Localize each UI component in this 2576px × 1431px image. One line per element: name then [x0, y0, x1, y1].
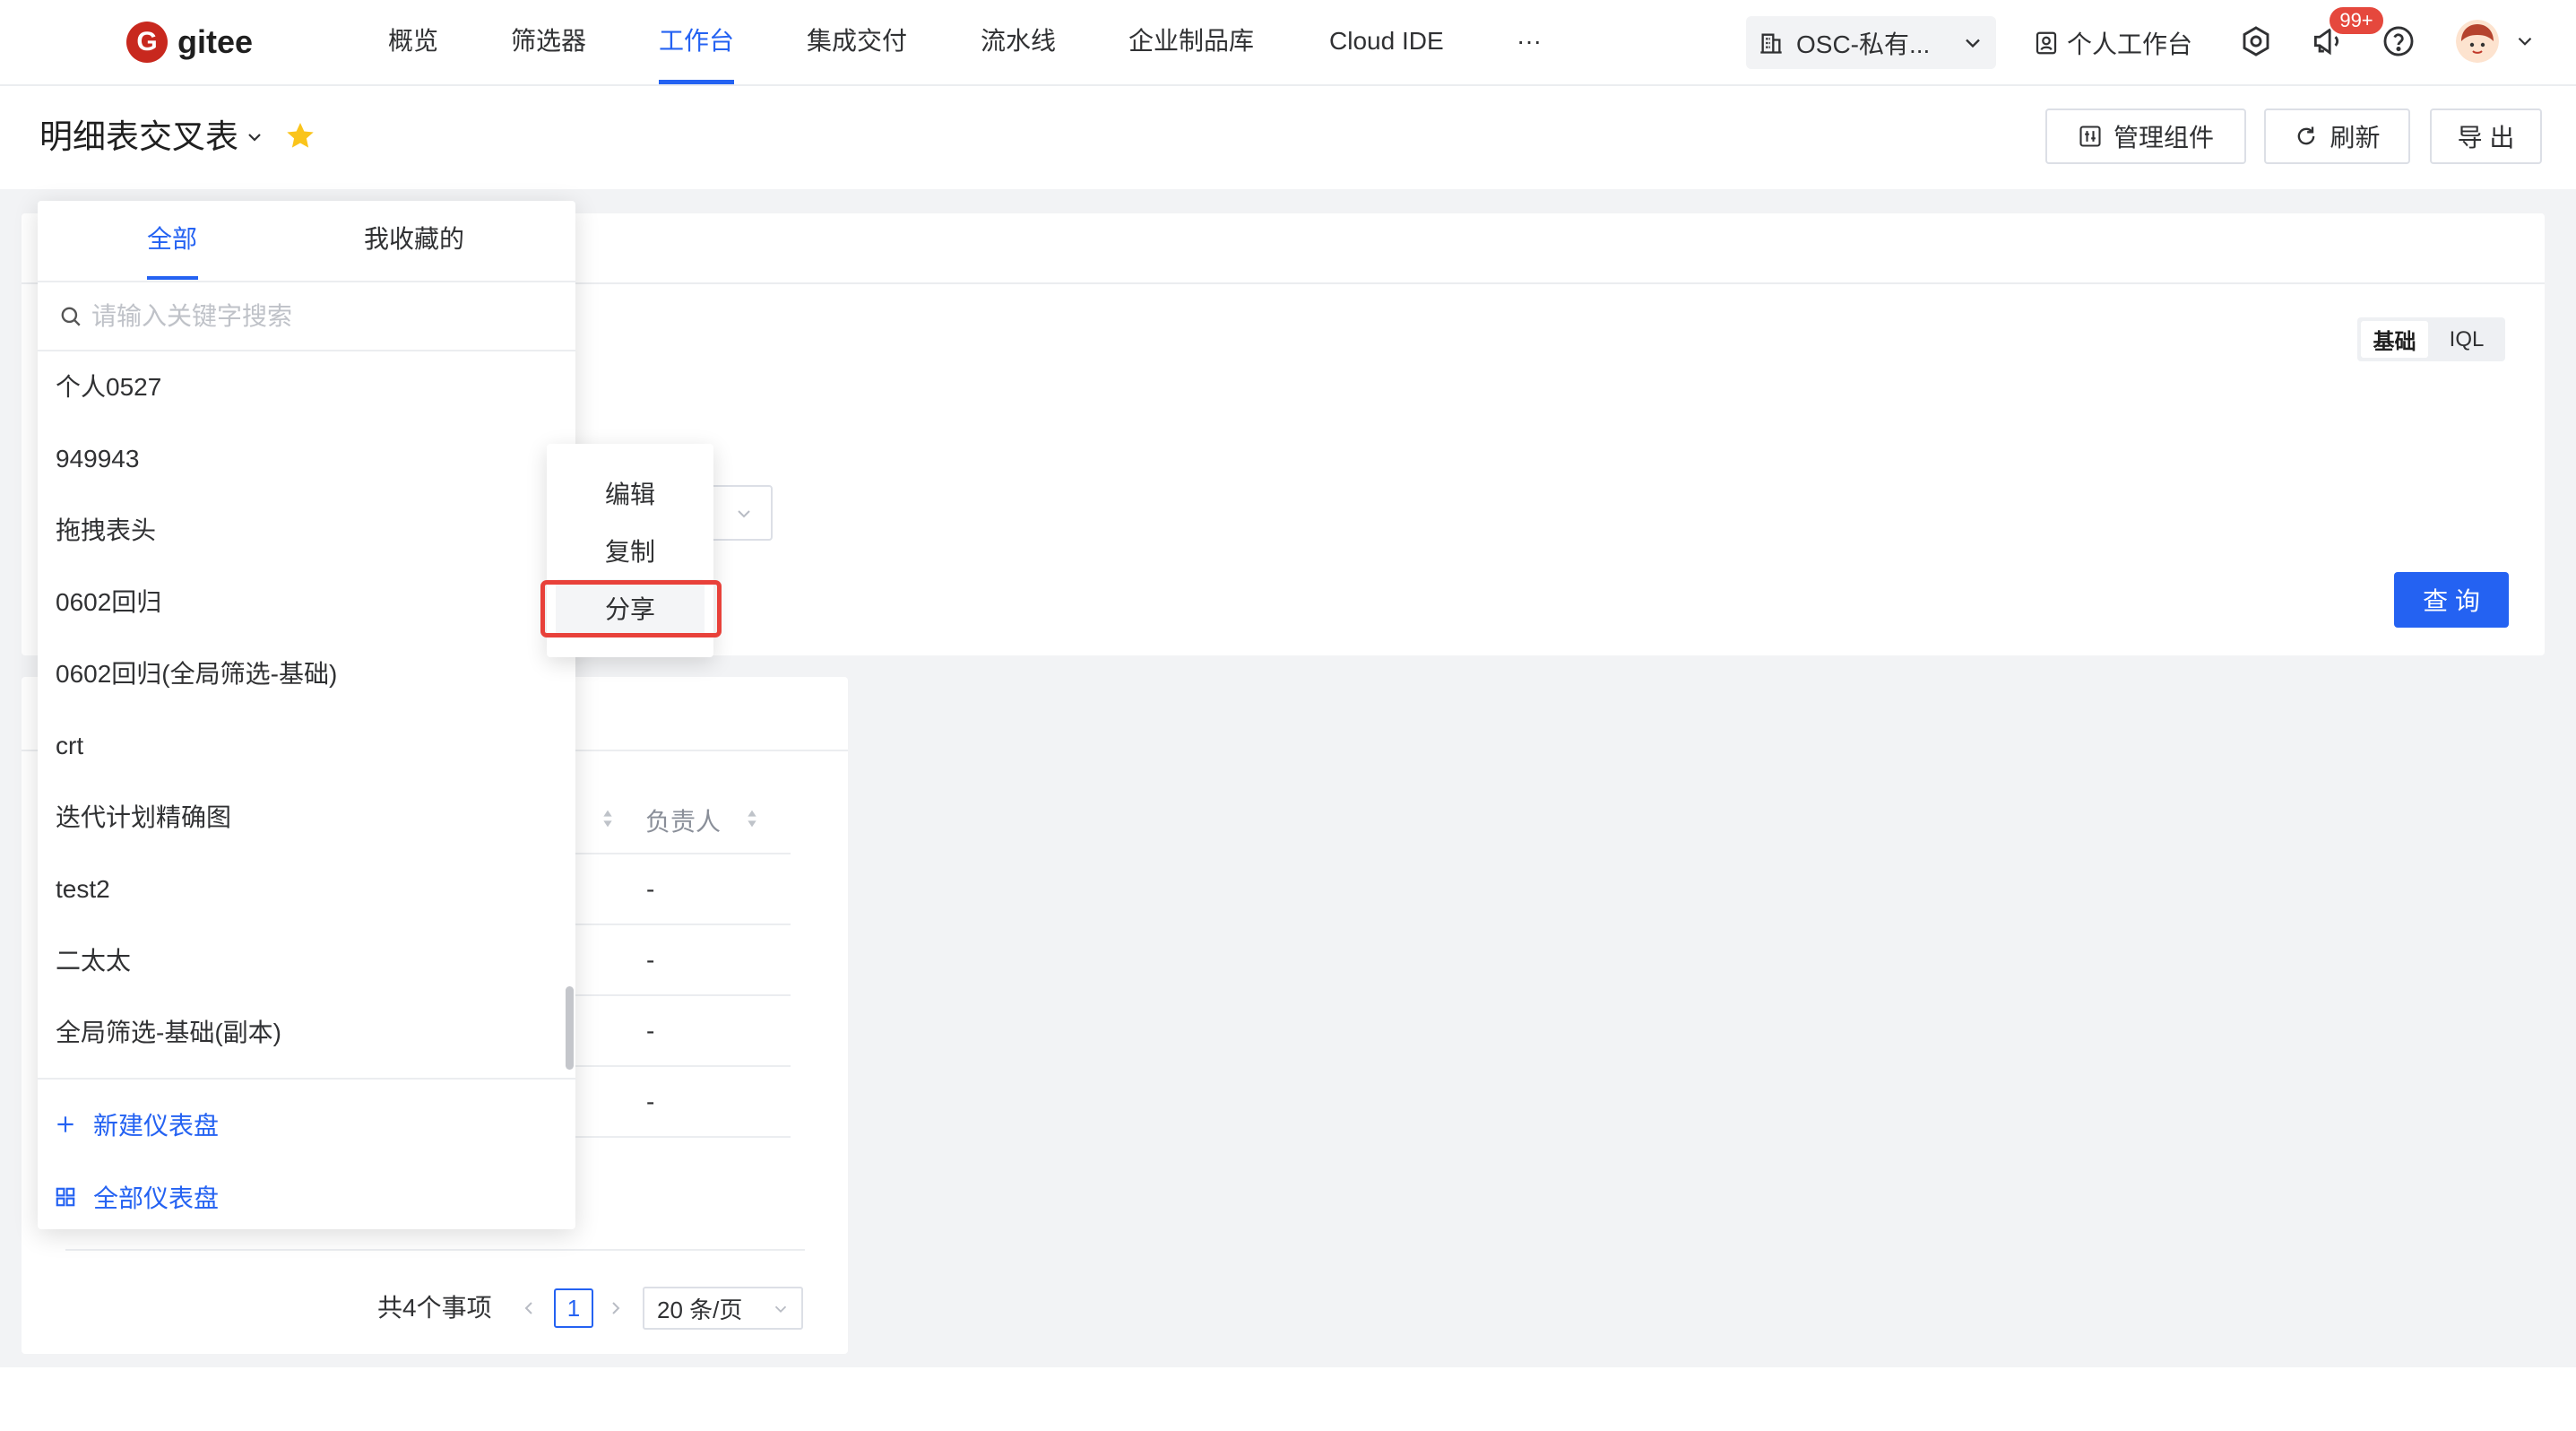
- export-label: 导 出: [2457, 124, 2515, 152]
- personal-workbench-link[interactable]: 个人工作台: [2033, 16, 2192, 69]
- refresh-label: 刷新: [2330, 124, 2381, 152]
- mode-tab-iql[interactable]: IQL: [2432, 321, 2502, 358]
- search-icon: [59, 305, 82, 328]
- table-row: -: [575, 996, 791, 1067]
- chevron-down-icon: [771, 1299, 791, 1319]
- export-button[interactable]: 导 出: [2430, 108, 2542, 164]
- list-item[interactable]: 全局筛选-基础(副本): [38, 997, 575, 1069]
- nav-item-artifact-repo[interactable]: 企业制品库: [1128, 0, 1254, 82]
- table-row: -: [575, 1067, 791, 1138]
- org-name: OSC-私有...: [1796, 30, 1931, 58]
- list-item[interactable]: 0602回归(全局筛选-基础): [38, 638, 575, 710]
- account-chevron-down-icon[interactable]: [2513, 30, 2537, 53]
- nav-item-overview[interactable]: 概览: [388, 0, 438, 82]
- list-item[interactable]: 949943: [38, 423, 575, 495]
- dashboard-dropdown: 全部 我收藏的 个人0527 949943 拖拽表头 0602回归 0602回归…: [38, 201, 575, 1229]
- page-title[interactable]: 明细表交叉表: [39, 117, 238, 158]
- search-input[interactable]: [91, 295, 558, 338]
- workbench-label: 个人工作台: [2067, 30, 2193, 58]
- list-item[interactable]: 个人0527: [38, 351, 575, 423]
- nav-item-pipeline[interactable]: 流水线: [981, 0, 1056, 82]
- owner-sort-icon[interactable]: [746, 808, 758, 829]
- nav-item-workbench[interactable]: 工作台: [659, 0, 734, 82]
- all-dashboards-label: 全部仪表盘: [93, 1184, 220, 1212]
- org-switcher[interactable]: OSC-私有...: [1746, 16, 1996, 69]
- active-nav-indicator: [659, 80, 734, 84]
- nav-item-cloud-ide[interactable]: Cloud IDE: [1329, 0, 1444, 82]
- menu-item-edit[interactable]: 编辑: [556, 464, 705, 522]
- manage-widgets-icon: [2078, 124, 2103, 149]
- active-tab-indicator: [147, 276, 198, 280]
- all-dashboards-button[interactable]: 全部仪表盘: [38, 1170, 575, 1224]
- list-item[interactable]: 拖拽表头: [38, 495, 575, 567]
- new-dashboard-button[interactable]: 新建仪表盘: [38, 1097, 575, 1151]
- workbench-icon: [2033, 30, 2060, 56]
- nav-item-filters[interactable]: 筛选器: [511, 0, 586, 82]
- help-icon[interactable]: [2382, 24, 2416, 58]
- page-header: 明细表交叉表 管理组件 刷新 导 出: [0, 86, 2576, 189]
- owner-cell: -: [646, 1087, 655, 1115]
- gitee-logo-text[interactable]: gitee: [177, 22, 253, 63]
- dashboard-list: 个人0527 949943 拖拽表头 0602回归 0602回归(全局筛选-基础…: [38, 351, 575, 1078]
- building-icon: [1759, 30, 1784, 56]
- gear-icon[interactable]: [2239, 24, 2273, 58]
- table-footer-divider: [65, 1249, 805, 1251]
- notification-badge: 99+: [2328, 5, 2385, 36]
- list-item[interactable]: test2: [38, 854, 575, 925]
- plus-icon: [54, 1113, 77, 1136]
- pagination-total: 共4个事项: [377, 1294, 492, 1322]
- dashboard-search: [38, 281, 575, 351]
- nav-item-integration-delivery[interactable]: 集成交付: [807, 0, 907, 82]
- column-header-owner-label: 负责人: [645, 807, 722, 836]
- owner-cell: -: [646, 1016, 655, 1045]
- avatar[interactable]: [2456, 20, 2499, 63]
- pagination-current-page[interactable]: 1: [554, 1288, 593, 1328]
- table-row: -: [575, 854, 791, 925]
- dashboard-switch-chevron-icon[interactable]: [244, 126, 265, 148]
- tab-favorites[interactable]: 我收藏的: [364, 201, 464, 278]
- list-item[interactable]: 二太太: [38, 925, 575, 997]
- column-header-owner[interactable]: 负责人: [645, 785, 721, 854]
- gitee-logo-mark[interactable]: G: [126, 22, 168, 63]
- new-dashboard-label: 新建仪表盘: [93, 1112, 220, 1140]
- page-size-select[interactable]: 20 条/页: [643, 1287, 803, 1330]
- filter-mode-toggle: 基础 IQL: [2357, 317, 2505, 361]
- dropdown-footer: 新建仪表盘 全部仪表盘: [38, 1078, 575, 1229]
- owner-cell: -: [646, 874, 655, 903]
- chevron-left-icon[interactable]: [518, 1297, 540, 1319]
- tab-all[interactable]: 全部: [147, 201, 197, 278]
- manage-widgets-button[interactable]: 管理组件: [2045, 108, 2246, 164]
- page-size-value: 20 条/页: [657, 1296, 743, 1323]
- nav-more-button[interactable]: ···: [1517, 0, 1542, 82]
- top-navigation-bar: G gitee 概览 筛选器 工作台 集成交付 流水线 企业制品库 Cloud …: [0, 0, 2576, 86]
- menu-item-copy[interactable]: 复制: [556, 522, 705, 579]
- owner-cell: -: [646, 945, 655, 974]
- grid-icon: [54, 1185, 77, 1209]
- refresh-icon: [2294, 124, 2319, 149]
- chevron-down-icon: [1960, 30, 1985, 56]
- manage-widgets-label: 管理组件: [2113, 124, 2214, 152]
- list-item[interactable]: 迭代计划精确图: [38, 782, 575, 854]
- mode-tab-basic[interactable]: 基础: [2361, 321, 2428, 358]
- query-button[interactable]: 查 询: [2394, 572, 2509, 628]
- sort-icon[interactable]: [601, 808, 614, 829]
- list-item[interactable]: crt: [38, 710, 575, 782]
- list-item[interactable]: 0602回归: [38, 567, 575, 638]
- chevron-down-icon: [733, 503, 755, 525]
- chevron-right-icon[interactable]: [605, 1297, 627, 1319]
- share-highlight-annotation: [540, 580, 722, 637]
- favorite-star-icon[interactable]: [284, 120, 316, 152]
- table-row: -: [575, 925, 791, 996]
- refresh-button[interactable]: 刷新: [2264, 108, 2410, 164]
- list-scrollbar[interactable]: [566, 986, 574, 1070]
